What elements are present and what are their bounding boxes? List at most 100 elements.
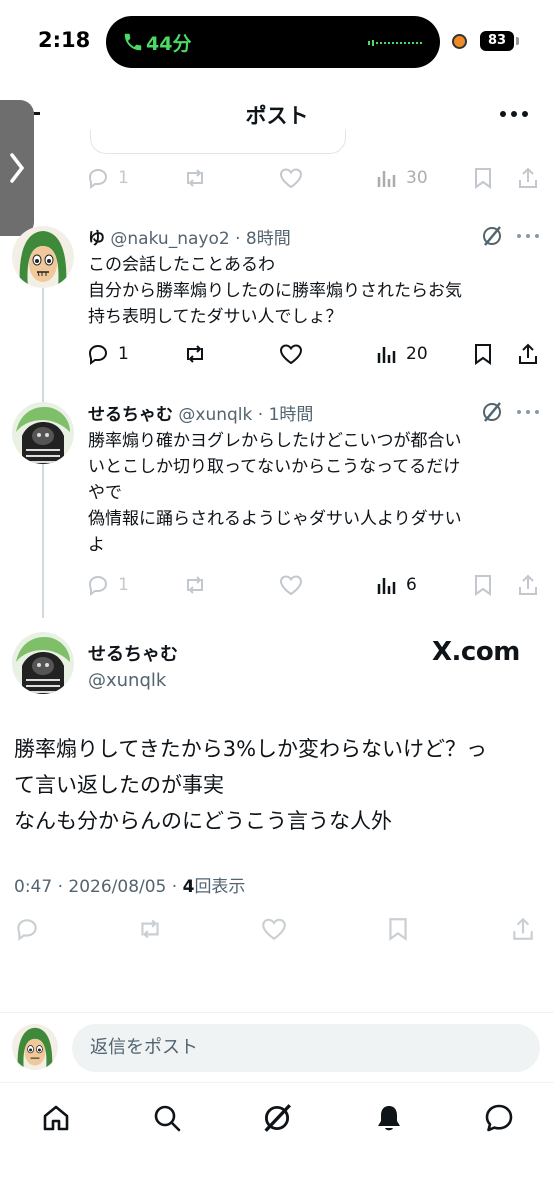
dynamic-island[interactable]: 44分 <box>106 16 440 68</box>
quoted-card-bottom <box>90 130 346 154</box>
views-button[interactable]: 6 <box>376 570 417 600</box>
battery-level: 83 <box>480 31 514 51</box>
bookmark-button[interactable] <box>472 570 494 600</box>
like-button[interactable] <box>278 163 304 193</box>
repost-button[interactable] <box>182 163 208 193</box>
avatar-image <box>12 226 74 288</box>
repost-icon <box>187 345 203 363</box>
avatar-image <box>12 1024 58 1070</box>
chevron-right-icon <box>10 153 25 183</box>
timestamp[interactable]: 1時間 <box>269 405 314 425</box>
views-button[interactable]: 30 <box>376 163 428 193</box>
prev-action-row: 1 30 <box>86 163 546 193</box>
bookmark-icon[interactable] <box>386 916 410 942</box>
share-button[interactable] <box>516 339 540 369</box>
separator: · <box>252 405 269 425</box>
bookmark-button[interactable] <box>472 163 494 193</box>
status-bar: 2:18 44分 83 <box>0 0 554 82</box>
reply-icon[interactable] <box>14 916 40 942</box>
share-icon[interactable] <box>510 916 536 942</box>
main-post-author[interactable]: せるちゃむ @xunqlk <box>88 640 178 691</box>
display-name[interactable]: ゆ <box>88 229 105 249</box>
text-line: 勝率煽り確かヨグレからしたけどこいつが都合い <box>88 431 462 451</box>
handle[interactable]: @xunqlk <box>88 670 178 691</box>
heart-icon <box>279 575 303 596</box>
repost-button[interactable] <box>182 570 208 600</box>
text-line: て言い返したのが事実 <box>14 773 224 797</box>
handle[interactable]: @xunqlk <box>178 405 252 425</box>
timestamp[interactable]: 8時間 <box>246 229 291 249</box>
display-name[interactable]: せるちゃむ <box>88 640 178 666</box>
text-line: なんも分からんのにどうこう言うな人外 <box>14 809 392 833</box>
repost-icon[interactable] <box>136 916 164 942</box>
avatar[interactable] <box>12 226 74 288</box>
text-line: いとこしか切り取ってないからこうなってるだけ <box>88 457 461 477</box>
main-post-action-row <box>0 914 554 946</box>
bookmark-icon <box>475 575 491 596</box>
clock: 2:18 <box>38 28 91 52</box>
share-button[interactable] <box>516 570 540 600</box>
text-line: よ <box>88 535 105 555</box>
reply-button[interactable]: 1 <box>86 570 129 600</box>
tab-grok[interactable] <box>259 1100 295 1136</box>
post-timestamp[interactable]: 0:47 · 2026/08/05 · <box>14 877 183 897</box>
messages-icon <box>485 1104 513 1132</box>
divider <box>0 1082 554 1083</box>
separator: · <box>229 229 246 249</box>
bookmark-icon <box>475 344 491 365</box>
reply-text: この会話したことあるわ 自分から勝率煽りしたのに勝率煽りされたらお気 持ち表明し… <box>88 252 544 330</box>
share-button[interactable] <box>516 163 540 193</box>
share-icon <box>519 343 537 364</box>
audio-waveform-icon <box>368 40 422 46</box>
tab-notifications[interactable] <box>371 1100 407 1136</box>
divider <box>0 1012 554 1013</box>
repost-button[interactable] <box>182 339 208 369</box>
views-count: 4 <box>182 877 195 897</box>
avatar-image <box>12 632 74 694</box>
text-line: この会話したことあるわ <box>88 255 275 275</box>
tab-messages[interactable] <box>481 1100 517 1136</box>
reply-action-row: 1 20 <box>86 339 546 369</box>
more-options-icon[interactable] <box>498 102 530 126</box>
avatar[interactable] <box>12 402 74 464</box>
reply-count: 1 <box>118 168 129 188</box>
like-button[interactable] <box>278 339 304 369</box>
like-button[interactable] <box>278 570 304 600</box>
reply-count: 1 <box>118 575 129 595</box>
bookmark-button[interactable] <box>472 339 494 369</box>
more-horizontal-icon[interactable] <box>516 232 540 240</box>
text-line: 勝率煽りしてきたから3%しか変わらないけど？っ <box>14 737 488 761</box>
page-title: ポスト <box>245 104 309 128</box>
repost-icon <box>187 169 203 187</box>
compose-avatar <box>12 1024 58 1070</box>
reply-text: 勝率煽り確かヨグレからしたけどこいつが都合い いとこしか切り取ってないからこうな… <box>88 428 544 558</box>
text-line: 自分から勝率煽りしたのに勝率煽りされたらお気 <box>88 281 462 301</box>
reply-action-row: 1 6 <box>86 570 546 600</box>
heart-icon[interactable] <box>260 916 288 942</box>
more-horizontal-icon[interactable] <box>516 408 540 416</box>
reply-count: 1 <box>118 344 129 364</box>
views-icon <box>377 578 396 594</box>
main-post-avatar[interactable] <box>12 632 74 694</box>
views-icon <box>377 347 396 363</box>
tab-home[interactable] <box>38 1100 74 1136</box>
reply-icon <box>88 168 108 189</box>
heart-icon <box>279 168 303 189</box>
share-icon <box>519 167 537 188</box>
grok-icon <box>264 1104 291 1132</box>
side-panel-handle[interactable] <box>0 100 34 236</box>
handle[interactable]: @naku_nayo2 <box>110 229 229 249</box>
reply-icon <box>88 575 108 596</box>
display-name[interactable]: せるちゃむ <box>88 405 173 425</box>
heart-icon <box>279 344 303 365</box>
reply-compose-input[interactable]: 返信をポスト <box>72 1024 540 1072</box>
views-button[interactable]: 20 <box>376 339 428 369</box>
tab-search[interactable] <box>149 1100 185 1136</box>
notifications-icon <box>378 1106 400 1131</box>
grok-icon[interactable] <box>480 224 504 248</box>
reply-button[interactable]: 1 <box>86 339 129 369</box>
call-duration: 44分 <box>146 33 192 55</box>
views-count: 20 <box>406 344 428 364</box>
reply-button[interactable]: 1 <box>86 163 129 193</box>
grok-icon[interactable] <box>480 400 504 424</box>
